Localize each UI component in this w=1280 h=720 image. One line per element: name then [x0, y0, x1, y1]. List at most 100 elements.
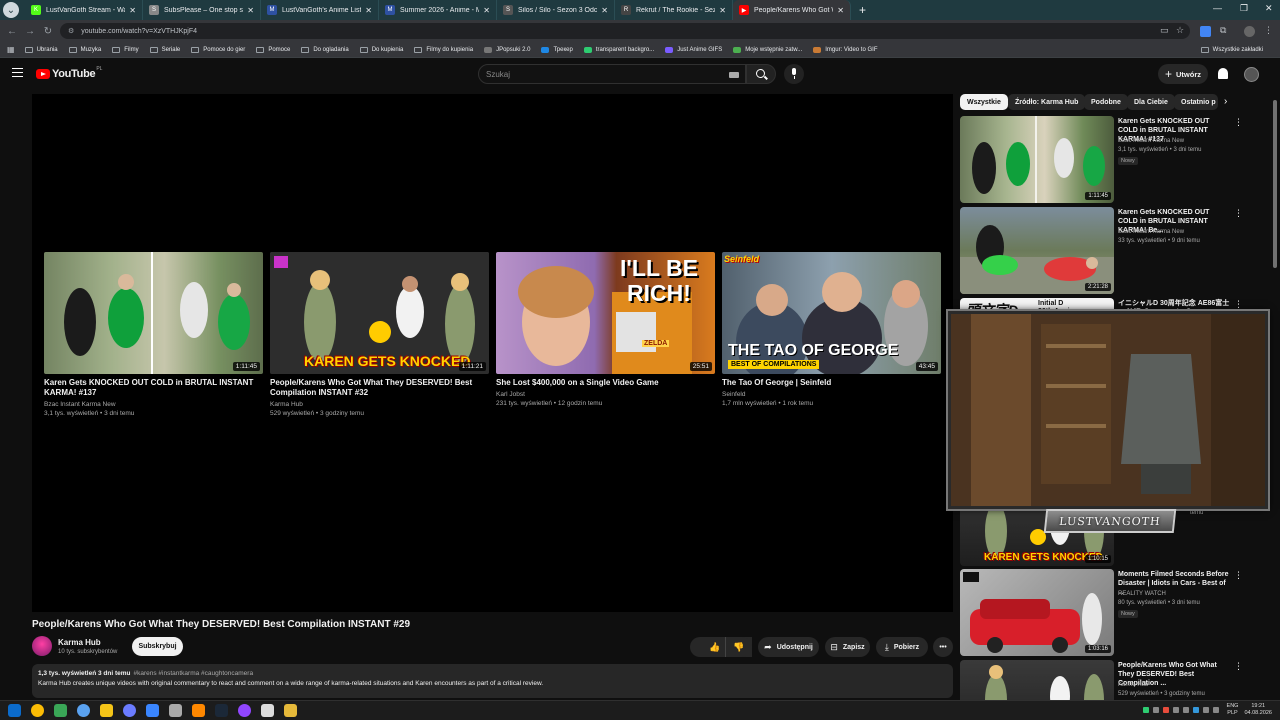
more-actions-button[interactable]: •••: [933, 637, 953, 657]
chrome-app-icon[interactable]: [31, 704, 44, 717]
tab-close-icon[interactable]: ✕: [601, 6, 608, 15]
browser-tab[interactable]: ▶ People/Karens Who Got What T... ✕: [733, 0, 851, 20]
bookmark-item[interactable]: Pomoce do gier: [191, 46, 245, 53]
profile-avatar[interactable]: [1244, 26, 1255, 37]
install-icon[interactable]: ▭: [1160, 25, 1169, 36]
bookmark-item[interactable]: Moje wstępnie zatw...: [733, 46, 802, 53]
endscreen-title[interactable]: The Tao Of George | Seinfeld: [722, 378, 941, 388]
keyboard-icon[interactable]: [729, 72, 739, 78]
extensions-puzzle-icon[interactable]: ⧉: [1220, 25, 1226, 36]
browser-tab[interactable]: S SubsPlease – One stop shop fo... ✕: [143, 0, 261, 20]
recommendation-channel[interactable]: Karma Hub: [1118, 682, 1148, 688]
app-icon[interactable]: [100, 704, 113, 717]
minimize-button[interactable]: —: [1213, 3, 1222, 13]
file-explorer-icon[interactable]: [284, 704, 297, 717]
save-button[interactable]: ⊟ Zapisz: [825, 637, 870, 657]
tray-icon[interactable]: [1182, 707, 1189, 713]
volume-icon[interactable]: [1212, 707, 1219, 713]
browser-app-icon[interactable]: [77, 704, 90, 717]
voice-search-icon[interactable]: [784, 64, 804, 84]
bookmark-star-icon[interactable]: ☆: [1176, 25, 1184, 36]
clock[interactable]: 19:21 04.08.2026: [1244, 703, 1272, 717]
notifications-bell-icon[interactable]: [1218, 68, 1228, 79]
discord-icon[interactable]: [123, 704, 136, 717]
chip-related[interactable]: Podobne: [1084, 94, 1128, 110]
all-bookmarks[interactable]: Wszystkie zakładki: [1200, 46, 1263, 53]
bookmark-item[interactable]: Do kupienia: [359, 46, 403, 53]
channel-name[interactable]: Karma Hub: [58, 638, 101, 647]
recommendation-1[interactable]: 1:11:45 Karen Gets KNOCKED OUT COLD in B…: [960, 116, 1270, 203]
page-scrollbar[interactable]: [1273, 100, 1277, 268]
extension-icon[interactable]: [1200, 26, 1211, 37]
more-vert-icon[interactable]: ⋮: [1234, 208, 1243, 219]
endscreen-title[interactable]: She Lost $400,000 on a Single Video Game: [496, 378, 715, 388]
app-icon[interactable]: [54, 704, 67, 717]
tab-close-icon[interactable]: ✕: [483, 6, 490, 15]
bookmark-item[interactable]: Muzyka: [68, 46, 101, 53]
maximize-button[interactable]: ❐: [1240, 3, 1248, 14]
bookmark-item[interactable]: Filmy do kupienia: [414, 46, 473, 53]
start-icon[interactable]: [8, 704, 21, 717]
tab-close-icon[interactable]: ✕: [719, 6, 726, 15]
bookmark-item[interactable]: transparent backgro...: [583, 46, 654, 53]
endscreen-title[interactable]: People/Karens Who Got What They DESERVED…: [270, 378, 489, 398]
hashtags[interactable]: #karens #instantkarma #caughtoncamera: [133, 670, 253, 677]
endscreen-video-4[interactable]: Seinfeld THE TAO OF GEORGE BEST OF COMPI…: [722, 252, 941, 408]
recommendation-6[interactable]: People/Karens Who Got What They DESERVED…: [960, 660, 1270, 700]
chip-recent[interactable]: Ostatnio p: [1174, 94, 1218, 110]
endscreen-video-2[interactable]: KAREN GETS KNOCKED 1:11:21 People/Karens…: [270, 252, 489, 418]
bookmark-item[interactable]: Do ogladania: [301, 46, 349, 53]
more-vert-icon[interactable]: ⋮: [1234, 117, 1243, 128]
browser-tab[interactable]: K LustVanGoth Stream - Watch Li... ✕: [25, 0, 143, 20]
app-icon[interactable]: [238, 704, 251, 717]
tab-close-icon[interactable]: ✕: [247, 6, 254, 15]
description-box[interactable]: 1,3 tys. wyświetleń 3 dni temu #karens #i…: [32, 664, 953, 698]
endscreen-video-3[interactable]: I'LL BE RICH! ZELDA 25:51 She Lost $400,…: [496, 252, 715, 408]
endscreen-video-1[interactable]: 1:11:45 Karen Gets KNOCKED OUT COLD in B…: [44, 252, 263, 418]
channel-avatar[interactable]: [32, 636, 52, 656]
bookmark-item[interactable]: Just Anime GIFS: [665, 46, 722, 53]
site-info-icon[interactable]: ⚙: [68, 27, 74, 35]
search-button[interactable]: [746, 64, 776, 84]
chip-from-channel[interactable]: Źródło: Karma Hub: [1008, 94, 1086, 110]
bookmark-item[interactable]: Imgur: Video to GIF: [813, 46, 877, 53]
bookmark-item[interactable]: Filmy: [112, 46, 139, 53]
tray-icon[interactable]: [1162, 707, 1169, 713]
browser-tab[interactable]: M LustVanGoth's Anime List - My...✕: [261, 0, 379, 20]
tab-close-icon[interactable]: ✕: [129, 6, 136, 15]
bookmark-item[interactable]: Pomoce: [256, 46, 290, 53]
recommendation-channel[interactable]: Bzac Instant Karma New: [1118, 229, 1184, 235]
steam-icon[interactable]: [215, 704, 228, 717]
forward-icon[interactable]: →: [21, 26, 39, 37]
more-vert-icon[interactable]: ⋮: [1234, 570, 1243, 581]
tray-icon[interactable]: [1172, 707, 1179, 713]
dislike-button[interactable]: 👎: [725, 637, 752, 657]
endscreen-title[interactable]: Karen Gets KNOCKED OUT COLD in BRUTAL IN…: [44, 378, 263, 398]
bookmark-item[interactable]: Трекер: [541, 46, 573, 53]
tab-close-icon[interactable]: ✕: [365, 6, 372, 15]
chevron-right-icon[interactable]: ›: [1224, 96, 1227, 107]
new-tab-button[interactable]: +: [859, 3, 866, 17]
endscreen-channel[interactable]: Bzac Instant Karma New: [44, 400, 263, 409]
recommendation-5[interactable]: 1:03:16 Moments Filmed Seconds Before Di…: [960, 569, 1270, 656]
vlc-icon[interactable]: [192, 704, 205, 717]
browser-tab[interactable]: M Summer 2026 - Anime - MyAni... ✕: [379, 0, 497, 20]
youtube-logo[interactable]: YouTube PL: [36, 66, 102, 80]
language-indicator[interactable]: ENG PLP: [1227, 703, 1239, 717]
recommendation-2[interactable]: 2:21:28 Karen Gets KNOCKED OUT COLD in B…: [960, 207, 1270, 294]
endscreen-channel[interactable]: Karl Jobst: [496, 390, 715, 399]
menu-icon[interactable]: [12, 68, 23, 77]
app-icon[interactable]: [169, 704, 182, 717]
chip-all[interactable]: Wszystkie: [960, 94, 1008, 110]
address-bar[interactable]: ⚙ youtube.com/watch?v=XzVTHJKpjF4: [60, 23, 1190, 39]
browser-tab[interactable]: S Silos / Silo - Sezon 3 Odcinek 2...✕: [497, 0, 615, 20]
search-input[interactable]: Szukaj: [478, 64, 746, 84]
video-player[interactable]: 1:11:45 Karen Gets KNOCKED OUT COLD in B…: [32, 94, 953, 612]
apps-grid-icon[interactable]: ▦: [7, 45, 15, 54]
recommendation-channel[interactable]: REALITY WATCH: [1118, 591, 1166, 597]
tab-search-icon[interactable]: ⌄: [3, 2, 19, 18]
account-avatar[interactable]: [1244, 67, 1259, 82]
bookmark-item[interactable]: Ubrania: [24, 46, 58, 53]
tray-icon[interactable]: [1142, 707, 1149, 713]
app-icon[interactable]: [146, 704, 159, 717]
